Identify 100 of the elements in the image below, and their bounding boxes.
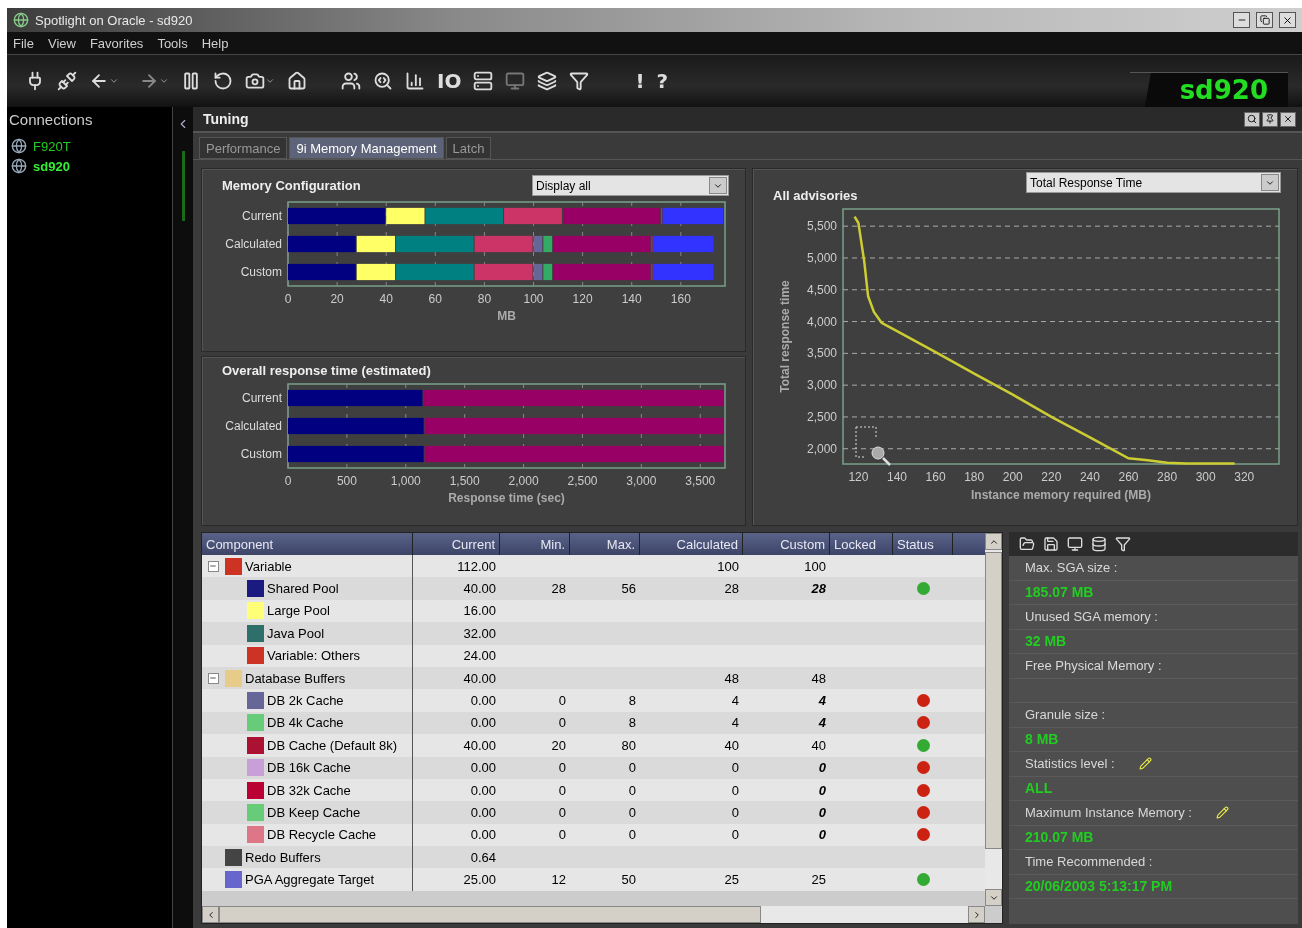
info-value: ALL [1025, 780, 1053, 797]
table-cell-text: 40.00 [462, 737, 497, 753]
close-button[interactable] [1280, 111, 1296, 127]
table-cell-text: 25 [723, 872, 740, 888]
column-header[interactable]: Component [202, 533, 413, 555]
folder-icon[interactable] [1019, 536, 1035, 552]
table-cell-text: 0 [730, 827, 740, 843]
chart-title: Overall response time (estimated) [222, 363, 432, 378]
column-header[interactable]: Calculated [640, 533, 743, 555]
io-button[interactable]: IO [433, 67, 466, 95]
column-header[interactable]: Status [893, 533, 953, 555]
axis-title: Instance memory required (MB) [971, 488, 1151, 502]
search-icon [1247, 114, 1257, 124]
horizontal-scrollbar[interactable] [202, 906, 985, 923]
vertical-scrollbar[interactable] [985, 533, 1002, 906]
menu-item[interactable]: View [47, 35, 76, 51]
collapse-icon[interactable] [207, 560, 219, 572]
minimize-button[interactable] [1233, 12, 1250, 28]
component-name: PGA Aggregate Target [245, 872, 375, 888]
column-header[interactable]: Locked [830, 533, 893, 555]
component-name: Variable [245, 558, 292, 574]
table-cell-text: 50 [620, 872, 637, 888]
component-name: Variable: Others [267, 648, 360, 664]
collapse-icon[interactable] [207, 672, 219, 684]
menu-item[interactable]: Help [201, 35, 229, 51]
unplug-icon [57, 71, 77, 91]
tick-label: 5,000 [806, 250, 837, 265]
table-cell-text: 8 [627, 715, 637, 731]
info-value: 32 MB [1025, 633, 1067, 650]
window-title: Spotlight on Oracle - sd920 [35, 12, 194, 28]
tab[interactable]: Latch [445, 137, 492, 159]
axis-label: Calculated [225, 419, 282, 433]
tick-label: 500 [336, 474, 357, 488]
menu-item[interactable]: File [13, 35, 34, 51]
axis-label: Calculated [225, 237, 282, 251]
home-icon [287, 71, 307, 91]
tab[interactable]: 9i Memory Management [289, 137, 444, 159]
component-name: Redo Buffers [245, 849, 321, 865]
alarm-button[interactable]: ! [631, 67, 649, 95]
info-label: Granule size : [1025, 707, 1106, 723]
tick-label: 3,500 [806, 346, 837, 361]
info-value: 8 MB [1025, 731, 1059, 748]
pencil-icon[interactable] [1215, 806, 1229, 820]
info-label: Unused SGA memory : [1025, 609, 1158, 625]
monitor-icon[interactable] [1067, 536, 1083, 552]
display-dropdown[interactable]: Display all [532, 175, 729, 196]
bar-chart-icon [405, 71, 425, 91]
column-header[interactable]: Custom [743, 533, 830, 555]
caret-icon [159, 76, 169, 86]
caret-icon [265, 76, 275, 86]
column-header[interactable]: Max. [570, 533, 640, 555]
component-name: Database Buffers [245, 670, 346, 686]
info-label: Statistics level : [1025, 756, 1115, 772]
table-cell-text: 16.00 [462, 603, 497, 619]
table-cell-text: 0 [557, 827, 567, 843]
component-name: Java Pool [267, 625, 325, 641]
scroll-thumb[interactable] [219, 906, 761, 923]
scroll-thumb[interactable] [985, 552, 1002, 849]
tick-label: 140 [621, 292, 642, 306]
column-header[interactable]: Min. [500, 533, 570, 555]
connection-item[interactable]: F920T [9, 138, 170, 154]
menu-item[interactable]: Favorites [89, 35, 144, 51]
tick-label: 2,500 [567, 474, 598, 488]
save-icon[interactable] [1043, 536, 1059, 552]
table-cell-text: 24.00 [462, 648, 497, 664]
tick-label: 100 [523, 292, 544, 306]
chart-title: Memory Configuration [222, 178, 362, 193]
server-icon [473, 71, 494, 91]
connection-item[interactable]: sd920 [9, 158, 170, 174]
table-cell-text: 0 [627, 760, 637, 776]
metric-dropdown[interactable]: Total Response Time [1026, 172, 1281, 193]
layers-icon [537, 71, 558, 91]
table-cell-text: 12 [550, 872, 567, 888]
column-header[interactable]: Current [413, 533, 500, 555]
help-button[interactable]: ? [652, 67, 673, 95]
restore-icon [1259, 15, 1270, 25]
table-cell-text: 0 [730, 805, 740, 820]
globe-icon [11, 138, 27, 154]
refresh-icon [213, 71, 233, 91]
camera-icon [245, 71, 265, 91]
pencil-icon[interactable] [1138, 757, 1152, 771]
close-button[interactable] [1279, 12, 1296, 28]
restore-button[interactable] [1256, 12, 1273, 28]
table-cell-text: 40.00 [462, 670, 497, 686]
info-label: Free Physical Memory : [1025, 658, 1162, 674]
table-cell-text: 0.00 [469, 827, 497, 843]
filter-icon [569, 71, 590, 91]
axis-title: Total response time [778, 280, 792, 393]
menu-item[interactable]: Tools [157, 35, 188, 51]
search-button[interactable] [1244, 111, 1260, 127]
tab[interactable]: Performance [199, 137, 288, 159]
database-icon[interactable] [1091, 536, 1107, 552]
table-cell-text: 0 [817, 827, 827, 843]
info-label: Maximum Instance Memory : [1025, 805, 1192, 821]
pin-button[interactable] [1262, 111, 1278, 127]
table-cell-text: 0 [627, 805, 637, 820]
back-icon [89, 71, 109, 91]
tick-label: 160 [670, 292, 691, 306]
component-name: DB Recycle Cache [267, 827, 377, 843]
filter-icon[interactable] [1115, 536, 1131, 552]
